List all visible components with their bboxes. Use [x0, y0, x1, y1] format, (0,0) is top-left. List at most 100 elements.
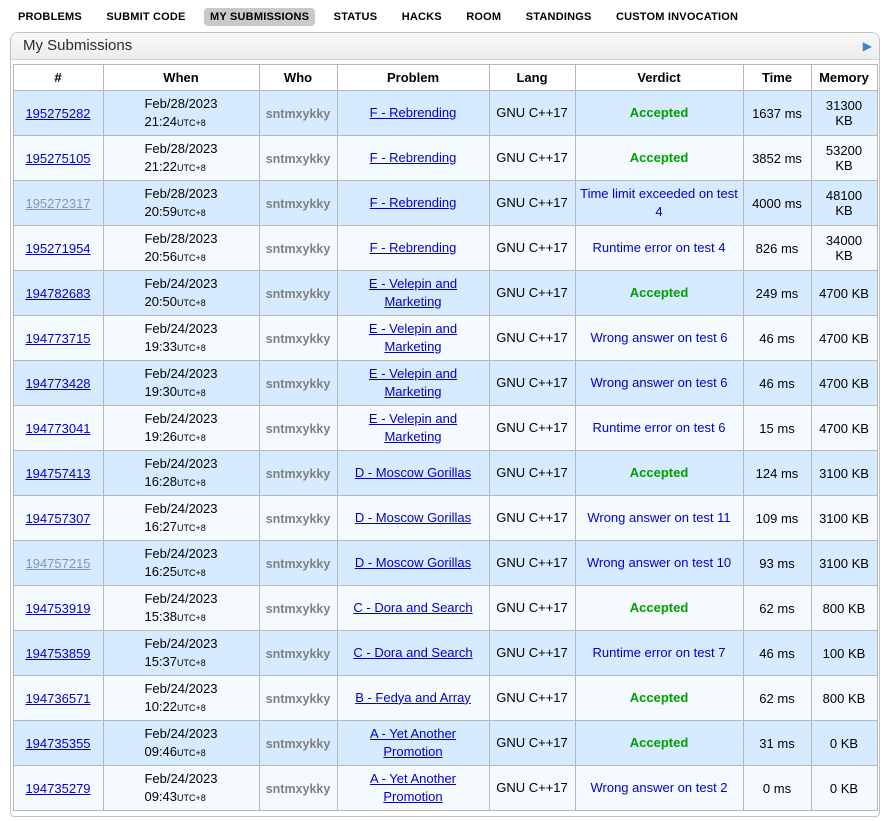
submission-author-link[interactable]: sntmxykky	[266, 287, 331, 301]
problem-link[interactable]: D - Moscow Gorillas	[355, 509, 471, 527]
problem-link[interactable]: D - Moscow Gorillas	[355, 464, 471, 482]
table-row: 195271954 Feb/28/2023 20:56UTC+8 sntmxyk…	[13, 226, 877, 271]
submission-author-link[interactable]: sntmxykky	[266, 692, 331, 706]
problem-link[interactable]: F - Rebrending	[370, 149, 457, 167]
table-row: 194757215 Feb/24/2023 16:25UTC+8 sntmxyk…	[13, 541, 877, 586]
submission-id-link[interactable]: 195271954	[25, 241, 90, 256]
nav-item-standings[interactable]: STANDINGS	[520, 8, 598, 26]
nav-item-hacks[interactable]: HACKS	[396, 8, 448, 26]
submission-author-link[interactable]: sntmxykky	[266, 107, 331, 121]
submission-id-link[interactable]: 194782683	[25, 286, 90, 301]
submission-who-cell: sntmxykky	[259, 406, 337, 451]
submission-memory-consumed: 3100 KB	[811, 541, 877, 586]
submission-id-link[interactable]: 194773041	[25, 421, 90, 436]
submission-author-link[interactable]: sntmxykky	[266, 647, 331, 661]
verdict[interactable]: Accepted	[630, 284, 689, 302]
problem-link[interactable]: A - Yet Another Promotion	[342, 725, 485, 761]
problem-link[interactable]: F - Rebrending	[370, 239, 457, 257]
submission-timezone: UTC+8	[177, 163, 206, 173]
submission-problem-cell: F - Rebrending	[337, 91, 489, 136]
verdict[interactable]: Accepted	[630, 464, 689, 482]
submission-who-cell: sntmxykky	[259, 451, 337, 496]
submission-id-link[interactable]: 194736571	[25, 691, 90, 706]
column-header-when: When	[103, 65, 259, 91]
verdict[interactable]: Accepted	[630, 104, 689, 122]
verdict[interactable]: Wrong answer on test 6	[590, 374, 727, 392]
submission-id-link[interactable]: 194757307	[25, 511, 90, 526]
submission-timezone: UTC+8	[177, 208, 206, 218]
submission-author-link[interactable]: sntmxykky	[266, 242, 331, 256]
column-header-time: Time	[743, 65, 811, 91]
column-header-who: Who	[259, 65, 337, 91]
nav-item-status[interactable]: STATUS	[328, 8, 384, 26]
nav-item-room[interactable]: ROOM	[460, 8, 507, 26]
problem-link[interactable]: A - Yet Another Promotion	[342, 770, 485, 806]
verdict[interactable]: Accepted	[630, 689, 689, 707]
problem-link[interactable]: D - Moscow Gorillas	[355, 554, 471, 572]
verdict[interactable]: Accepted	[630, 734, 689, 752]
submission-id-link[interactable]: 194773428	[25, 376, 90, 391]
nav-item-my-submissions[interactable]: MY SUBMISSIONS	[204, 8, 315, 26]
submission-author-link[interactable]: sntmxykky	[266, 152, 331, 166]
submission-when-cell: Feb/24/2023 19:33UTC+8	[103, 316, 259, 361]
submission-author-link[interactable]: sntmxykky	[266, 512, 331, 526]
submission-author-link[interactable]: sntmxykky	[266, 197, 331, 211]
submission-author-link[interactable]: sntmxykky	[266, 782, 331, 796]
submission-author-link[interactable]: sntmxykky	[266, 737, 331, 751]
submission-lang: GNU C++17	[489, 91, 575, 136]
expand-arrow-icon[interactable]: ▶	[863, 39, 872, 53]
problem-link[interactable]: E - Velepin and Marketing	[342, 275, 485, 311]
submission-time: 19:30	[144, 384, 177, 399]
submission-author-link[interactable]: sntmxykky	[266, 332, 331, 346]
column-header-problem: Problem	[337, 65, 489, 91]
problem-link[interactable]: E - Velepin and Marketing	[342, 410, 485, 446]
verdict[interactable]: Runtime error on test 6	[593, 419, 726, 437]
submission-when-cell: Feb/24/2023 15:38UTC+8	[103, 586, 259, 631]
submission-lang: GNU C++17	[489, 181, 575, 226]
verdict[interactable]: Wrong answer on test 2	[590, 779, 727, 797]
submission-date: Feb/24/2023	[144, 725, 217, 743]
submission-author-link[interactable]: sntmxykky	[266, 467, 331, 481]
verdict[interactable]: Runtime error on test 7	[593, 644, 726, 662]
nav-item-submit-code[interactable]: SUBMIT CODE	[100, 8, 191, 26]
submission-id-link[interactable]: 194735355	[25, 736, 90, 751]
verdict[interactable]: Wrong answer on test 10	[587, 554, 731, 572]
problem-link[interactable]: F - Rebrending	[370, 194, 457, 212]
submission-author-link[interactable]: sntmxykky	[266, 377, 331, 391]
submission-verdict-cell: Runtime error on test 7	[575, 631, 743, 676]
nav-item-problems[interactable]: PROBLEMS	[12, 8, 88, 26]
submission-memory-consumed: 53200 KB	[811, 136, 877, 181]
verdict[interactable]: Accepted	[630, 149, 689, 167]
verdict[interactable]: Wrong answer on test 11	[587, 509, 730, 527]
submission-problem-cell: D - Moscow Gorillas	[337, 451, 489, 496]
submission-time: 21:22	[144, 159, 177, 174]
submission-timezone: UTC+8	[177, 343, 206, 353]
submission-id-link[interactable]: 194757215	[25, 556, 90, 571]
problem-link[interactable]: E - Velepin and Marketing	[342, 320, 485, 356]
submission-author-link[interactable]: sntmxykky	[266, 422, 331, 436]
submission-id-link[interactable]: 195275105	[25, 151, 90, 166]
problem-link[interactable]: E - Velepin and Marketing	[342, 365, 485, 401]
submission-author-link[interactable]: sntmxykky	[266, 602, 331, 616]
problem-link[interactable]: C - Dora and Search	[353, 599, 472, 617]
submission-id-link[interactable]: 194753919	[25, 601, 90, 616]
submission-id-cell: 194757413	[13, 451, 103, 496]
verdict[interactable]: Runtime error on test 4	[593, 239, 726, 257]
submission-id-link[interactable]: 194757413	[25, 466, 90, 481]
problem-link[interactable]: C - Dora and Search	[353, 644, 472, 662]
submission-id-link[interactable]: 195275282	[25, 106, 90, 121]
submission-id-link[interactable]: 194753859	[25, 646, 90, 661]
submission-id-link[interactable]: 195272317	[25, 196, 90, 211]
submission-id-link[interactable]: 194773715	[25, 331, 90, 346]
submission-author-link[interactable]: sntmxykky	[266, 557, 331, 571]
nav-item-custom-invocation[interactable]: CUSTOM INVOCATION	[610, 8, 744, 26]
verdict[interactable]: Accepted	[630, 599, 689, 617]
problem-link[interactable]: F - Rebrending	[370, 104, 457, 122]
problem-link[interactable]: B - Fedya and Array	[355, 689, 471, 707]
submission-id-cell: 195272317	[13, 181, 103, 226]
submission-lang: GNU C++17	[489, 631, 575, 676]
submission-problem-cell: D - Moscow Gorillas	[337, 541, 489, 586]
submission-id-link[interactable]: 194735279	[25, 781, 90, 796]
verdict[interactable]: Time limit exceeded on test 4	[580, 185, 739, 221]
verdict[interactable]: Wrong answer on test 6	[590, 329, 727, 347]
